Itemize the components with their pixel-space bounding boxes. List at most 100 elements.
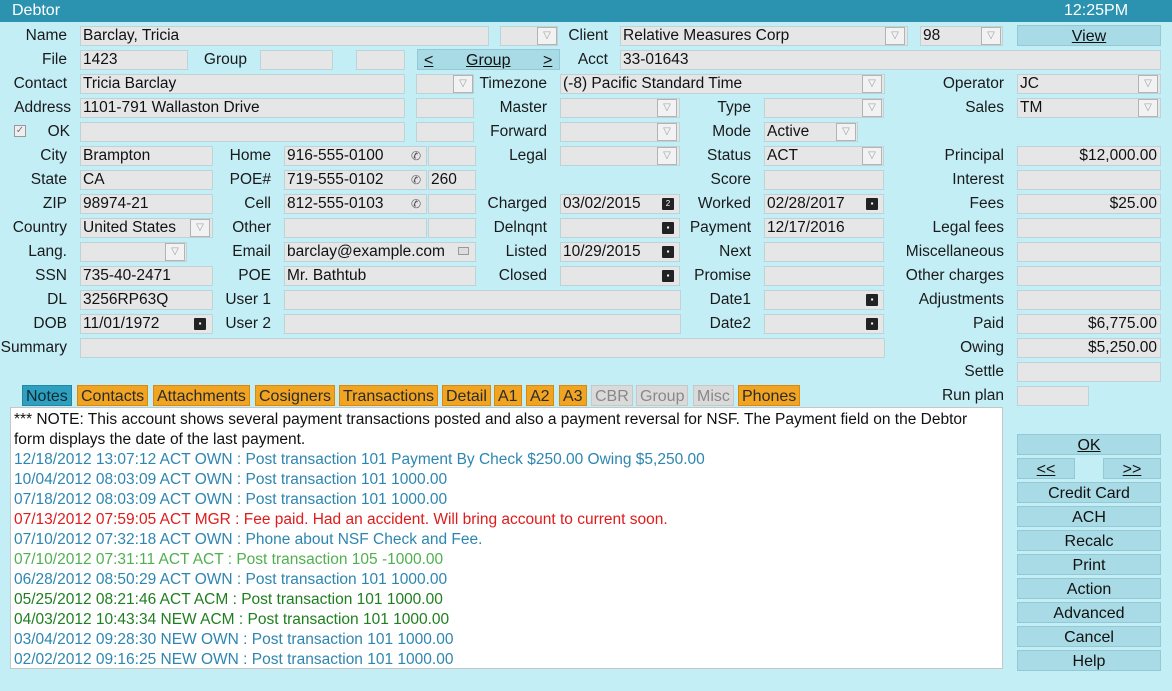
tab-a2[interactable]: A2 [526,385,554,406]
chevron-down-icon[interactable]: ▽ [836,123,856,141]
fees-field[interactable]: $25.00 [1017,194,1161,214]
chevron-down-icon[interactable]: ▽ [862,147,882,165]
state-field[interactable]: CA [80,170,213,190]
file-field[interactable]: 1423 [80,50,188,70]
tab-group[interactable]: Group [636,385,689,406]
recalc-button[interactable]: Recalc [1017,530,1161,551]
user1-field[interactable] [284,290,681,310]
chevron-down-icon[interactable]: ▽ [885,27,905,45]
tab-notes[interactable]: Notes [22,385,72,406]
interest-field[interactable] [1017,170,1161,190]
promise-field[interactable] [764,266,884,286]
poe-ext-field[interactable]: 260 [428,170,476,190]
credit-card-button[interactable]: Credit Card [1017,482,1161,503]
chevron-down-icon[interactable]: ▽ [657,147,677,165]
miscellaneous-field[interactable] [1017,242,1161,262]
group-button-label[interactable]: Group [466,50,510,71]
contact-field[interactable]: Tricia Barclay [80,74,405,94]
poe-phone-field[interactable]: 719-555-0102 [284,170,427,190]
next-field[interactable] [764,242,884,262]
chevron-down-icon[interactable]: ▽ [657,99,677,117]
ssn-field[interactable]: 735-40-2471 [80,266,213,286]
tab-transactions[interactable]: Transactions [339,385,438,406]
score-field[interactable] [764,170,884,190]
principal-field[interactable]: $12,000.00 [1017,146,1161,166]
calendar-icon[interactable]: 2 [662,198,674,210]
tab-a1[interactable]: A1 [494,385,522,406]
calendar-icon[interactable]: ▪ [866,294,878,306]
user2-field[interactable] [284,314,681,334]
print-button[interactable]: Print [1017,554,1161,575]
help-button[interactable]: Help [1017,650,1161,671]
address-extra-field[interactable] [416,98,474,118]
calendar-icon[interactable]: ▪ [194,318,206,330]
notes-panel[interactable]: *** NOTE: This account shows several pay… [10,407,1003,669]
calendar-icon[interactable]: ▪ [866,318,878,330]
other-phone-field[interactable] [284,218,427,238]
poe-field[interactable]: Mr. Bathtub [284,266,476,286]
chevron-down-icon[interactable]: ▽ [190,219,210,237]
view-button[interactable]: View [1017,25,1161,46]
tab-cosigners[interactable]: Cosigners [255,385,336,406]
chevron-down-icon[interactable]: ▽ [1138,99,1158,117]
advanced-button[interactable]: Advanced [1017,602,1161,623]
prev-record-button[interactable]: << [1017,458,1075,479]
email-field[interactable]: barclay@example.com [284,242,476,262]
action-button[interactable]: Action [1017,578,1161,599]
owing-field[interactable]: $5,250.00 [1017,338,1161,358]
tab-detail[interactable]: Detail [442,385,491,406]
tab-contacts[interactable]: Contacts [77,385,149,406]
other-charges-field[interactable] [1017,266,1161,286]
phone-icon[interactable]: ✆ [411,197,421,211]
phone-icon[interactable]: ✆ [411,149,421,163]
ok-button[interactable]: OK [1017,434,1161,455]
chevron-down-icon[interactable]: ▽ [537,27,557,45]
chevron-down-icon[interactable]: ▽ [862,75,882,93]
timezone-select[interactable]: (-8) Pacific Standard Time [560,74,885,94]
ok-checkbox[interactable]: ✓ [14,125,26,137]
group-field[interactable] [260,50,333,70]
envelope-icon[interactable] [458,247,469,255]
payment-field[interactable]: 12/17/2016 [764,218,884,238]
calendar-icon[interactable]: ▪ [866,198,878,210]
chevron-down-icon[interactable]: ▽ [1138,75,1158,93]
adjustments-field[interactable] [1017,290,1161,310]
chevron-down-icon[interactable]: ▽ [981,27,1001,45]
calendar-icon[interactable]: ▪ [662,222,674,234]
paid-field[interactable]: $6,775.00 [1017,314,1161,334]
home-ext-field[interactable] [428,146,476,166]
zip-field[interactable]: 98974-21 [80,194,213,214]
group-next-button[interactable]: > [543,50,552,71]
phone-icon[interactable]: ✆ [411,173,421,187]
group-extra-field[interactable] [356,50,405,70]
acct-field[interactable]: 33-01643 [620,50,1161,70]
run-plan-field[interactable] [1017,386,1089,406]
chevron-down-icon[interactable]: ▽ [165,243,185,261]
home-phone-field[interactable]: 916-555-0100 [284,146,427,166]
summary-field[interactable] [80,338,885,358]
address-field[interactable]: 1101-791 Wallaston Drive [80,98,405,118]
tab-misc[interactable]: Misc [693,385,734,406]
address2-extra-field[interactable] [416,122,474,142]
client-select[interactable]: Relative Measures Corp [620,26,908,46]
group-nav-button[interactable]: < Group > [417,49,560,70]
cell-ext-field[interactable] [428,194,476,214]
chevron-down-icon[interactable]: ▽ [862,99,882,117]
next-record-button[interactable]: >> [1103,458,1161,479]
tab-cbr[interactable]: CBR [591,385,633,406]
ach-button[interactable]: ACH [1017,506,1161,527]
tab-phones[interactable]: Phones [738,385,801,406]
calendar-icon[interactable]: ▪ [662,270,674,282]
legal-fees-field[interactable] [1017,218,1161,238]
tab-a3[interactable]: A3 [559,385,587,406]
cancel-button[interactable]: Cancel [1017,626,1161,647]
name-field[interactable]: Barclay, Tricia [80,26,489,46]
calendar-icon[interactable]: ▪ [662,246,674,258]
cell-phone-field[interactable]: 812-555-0103 [284,194,427,214]
other-ext-field[interactable] [428,218,476,238]
settle-field[interactable] [1017,362,1161,382]
chevron-down-icon[interactable]: ▽ [657,123,677,141]
city-field[interactable]: Brampton [80,146,213,166]
group-prev-button[interactable]: < [424,50,433,71]
dl-field[interactable]: 3256RP63Q [80,290,213,310]
